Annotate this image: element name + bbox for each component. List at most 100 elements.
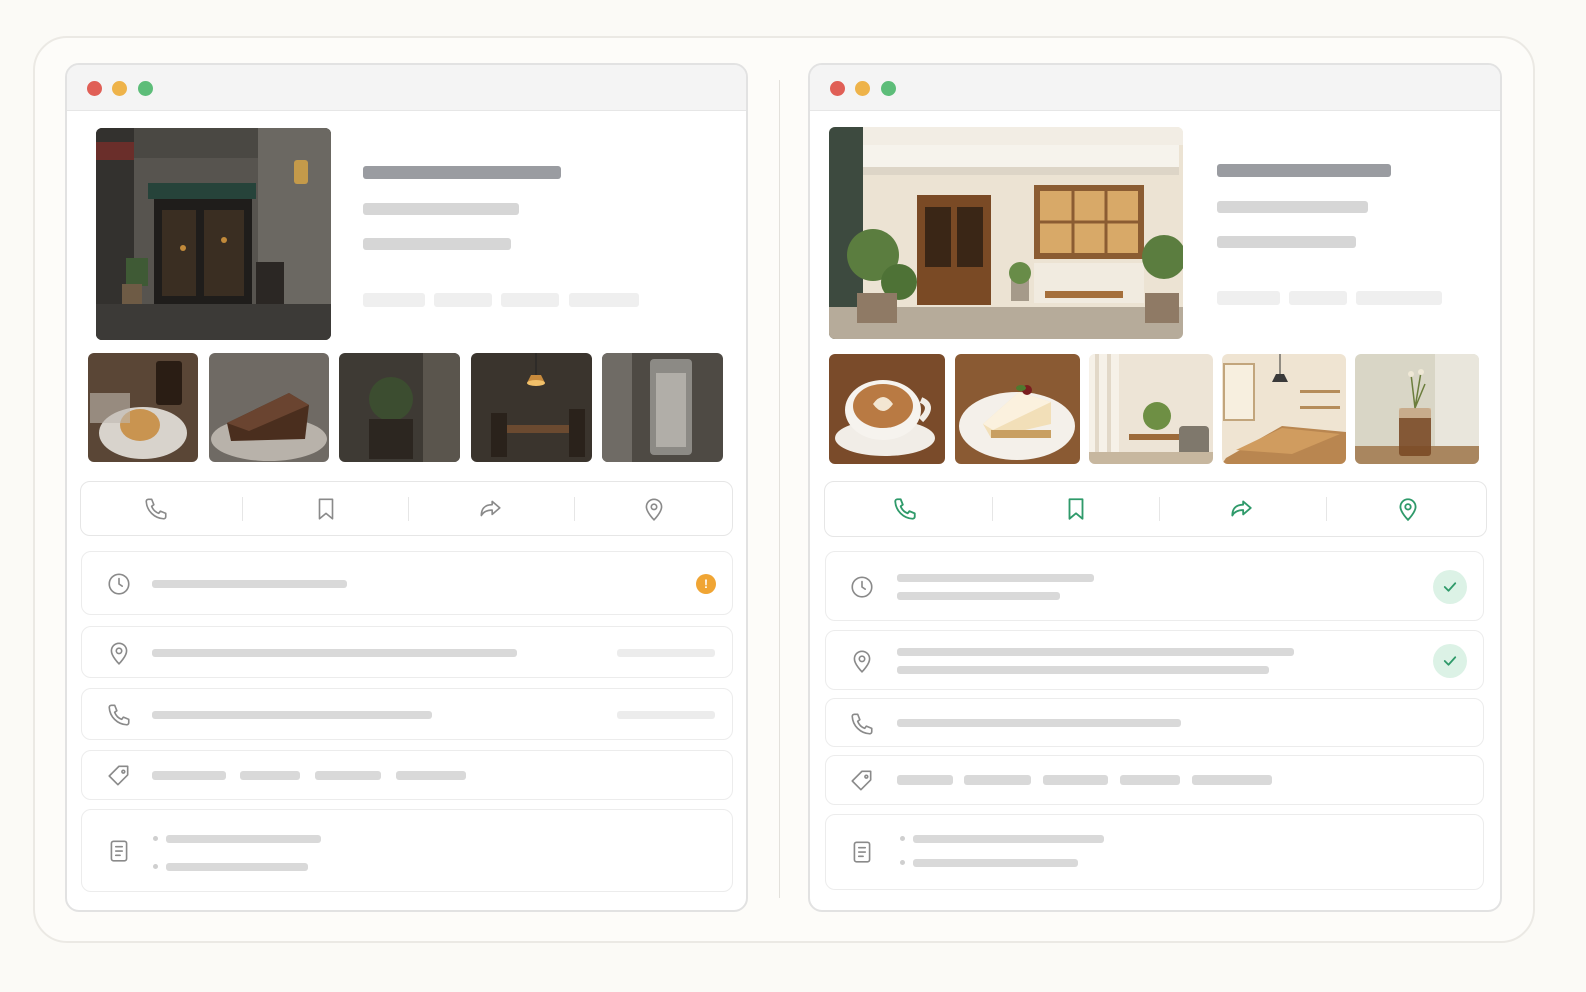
hero-photo[interactable] (829, 127, 1183, 339)
hours-row[interactable] (825, 551, 1484, 621)
tag-chip (1217, 291, 1280, 305)
window-before: ! (65, 63, 748, 912)
action-separator (992, 497, 993, 521)
action-separator (1326, 497, 1327, 521)
meta-placeholder (1217, 236, 1356, 248)
phone-icon (145, 497, 167, 520)
tag-icon (851, 770, 872, 791)
thumbnail-photo[interactable] (209, 353, 329, 462)
phone-icon (894, 498, 916, 520)
action-separator (242, 497, 243, 521)
verified-badge (1433, 644, 1467, 678)
category-placeholder (1192, 775, 1272, 785)
description-placeholder (913, 835, 1104, 843)
minimize-button[interactable] (855, 81, 870, 96)
document-icon (853, 841, 871, 863)
tag-chip (363, 293, 425, 307)
bullet (153, 864, 158, 869)
zoom-button[interactable] (138, 81, 153, 96)
title-placeholder (363, 166, 561, 179)
bullet (900, 836, 905, 841)
thumbnail-photo[interactable] (829, 354, 945, 464)
address-placeholder (152, 649, 517, 657)
directions-button[interactable] (599, 482, 709, 535)
save-button[interactable] (1021, 482, 1131, 536)
category-placeholder (1043, 775, 1108, 785)
warning-badge: ! (696, 574, 716, 594)
description-placeholder (166, 835, 321, 843)
tag-chip (1356, 291, 1442, 305)
categories-row[interactable] (825, 755, 1484, 805)
description-placeholder (166, 863, 308, 871)
address-row[interactable] (81, 626, 733, 678)
thumbnail-photo[interactable] (1355, 354, 1479, 464)
close-button[interactable] (830, 81, 845, 96)
share-button[interactable] (1186, 482, 1296, 536)
zoom-button[interactable] (881, 81, 896, 96)
phone-row[interactable] (825, 698, 1484, 747)
subtitle-placeholder (1217, 201, 1368, 213)
location-pin-icon (853, 650, 871, 673)
category-placeholder (964, 775, 1031, 785)
category-placeholder (240, 771, 300, 780)
clock-icon (108, 573, 130, 595)
tag-icon (108, 765, 129, 786)
tag-chip (501, 293, 559, 307)
tag-chip (569, 293, 639, 307)
minimize-button[interactable] (112, 81, 127, 96)
hero-photo[interactable] (96, 128, 331, 340)
share-icon (480, 500, 501, 516)
call-button[interactable] (850, 482, 960, 536)
clock-icon (851, 576, 873, 598)
check-icon (1443, 656, 1457, 666)
document-icon (110, 840, 128, 862)
verified-badge (1433, 570, 1467, 604)
tag-chip (434, 293, 492, 307)
location-pin-icon (1399, 498, 1417, 522)
window-titlebar (810, 65, 1500, 111)
category-placeholder (897, 775, 953, 785)
phone-placeholder (152, 711, 432, 719)
share-icon (1231, 500, 1252, 517)
thumbnail-photo[interactable] (1089, 354, 1213, 464)
directions-button[interactable] (1353, 482, 1463, 536)
close-button[interactable] (87, 81, 102, 96)
categories-row[interactable] (81, 750, 733, 800)
category-placeholder (152, 771, 226, 780)
share-button[interactable] (435, 482, 545, 535)
action-separator (1159, 497, 1160, 521)
location-pin-icon (110, 642, 128, 665)
action-separator (574, 497, 575, 521)
phone-icon (108, 704, 130, 726)
thumbnail-photo[interactable] (471, 353, 592, 462)
phone-icon (851, 713, 873, 735)
phone-row[interactable] (81, 688, 733, 740)
bookmark-icon (318, 497, 334, 520)
thumbnail-photo[interactable] (1222, 354, 1346, 464)
window-titlebar (67, 65, 746, 111)
category-placeholder (396, 771, 466, 780)
tag-chip (1289, 291, 1347, 305)
save-button[interactable] (271, 482, 381, 535)
phone-placeholder (897, 719, 1181, 727)
address-row[interactable] (825, 630, 1484, 690)
description-row[interactable] (825, 814, 1484, 890)
call-button[interactable] (101, 482, 211, 535)
title-placeholder (1217, 164, 1391, 177)
hours-row[interactable]: ! (81, 551, 733, 615)
thumbnail-photo[interactable] (955, 354, 1080, 464)
hours-placeholder (897, 592, 1060, 600)
thumbnail-photo[interactable] (339, 353, 460, 462)
thumbnail-photo[interactable] (602, 353, 723, 462)
distance-placeholder (617, 649, 715, 657)
thumbnail-photo[interactable] (88, 353, 198, 462)
action-bar (80, 481, 733, 536)
hours-placeholder (152, 580, 347, 588)
phone-meta-placeholder (617, 711, 715, 719)
description-row[interactable] (81, 809, 733, 892)
bullet (900, 860, 905, 865)
meta-placeholder (363, 238, 511, 250)
location-pin-icon (645, 498, 663, 521)
address-placeholder (897, 648, 1294, 656)
window-after (808, 63, 1502, 912)
